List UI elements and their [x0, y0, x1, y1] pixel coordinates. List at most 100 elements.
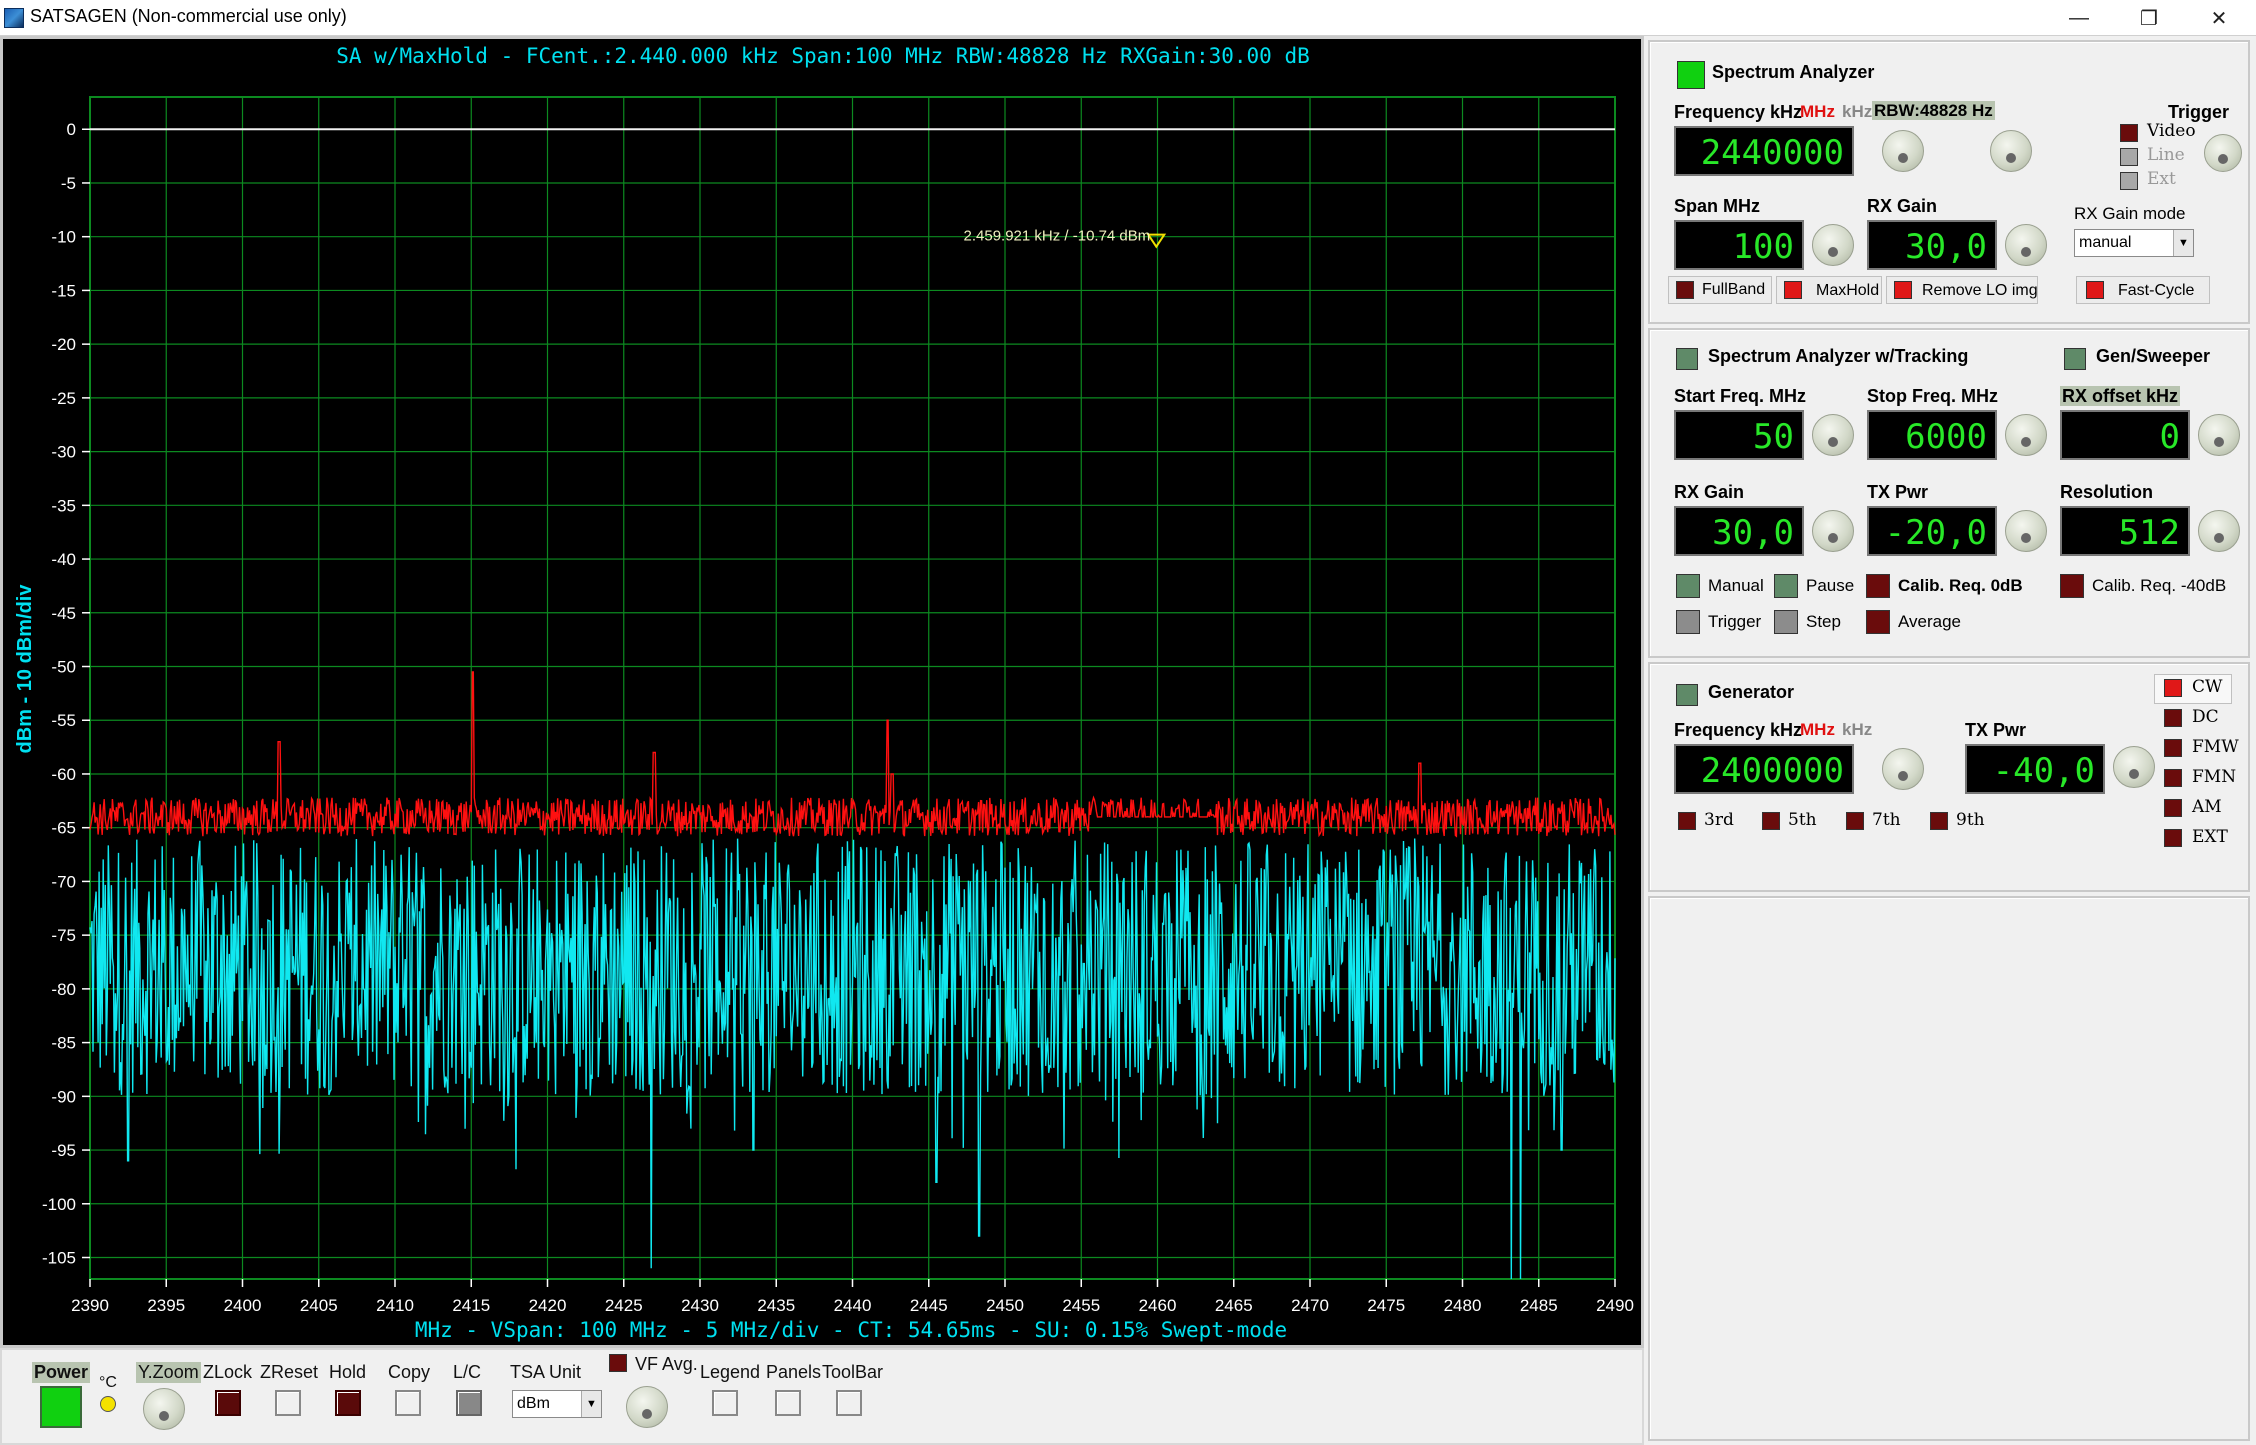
power-button[interactable] — [40, 1386, 82, 1428]
x-tick-label: 2465 — [1215, 1296, 1253, 1315]
hold-button[interactable] — [335, 1390, 361, 1416]
sa-khz-unit[interactable]: kHz — [1842, 102, 1872, 122]
app-icon — [4, 8, 24, 28]
sa-mhz-unit[interactable]: MHz — [1800, 102, 1835, 122]
generator-group: Generator Frequency kHz MHz kHz TX Pwr 2… — [1648, 662, 2250, 892]
manual-led[interactable] — [1676, 574, 1700, 598]
pause-led[interactable] — [1774, 574, 1798, 598]
sa-frequency-knob[interactable] — [1882, 130, 1924, 172]
vf-avg-led[interactable] — [609, 1354, 627, 1372]
gen-sweeper-led[interactable] — [2064, 348, 2086, 370]
calib40-led[interactable] — [2060, 574, 2084, 598]
mode-cw-led — [2164, 679, 2182, 697]
sa-rxgain-knob[interactable] — [2005, 224, 2047, 266]
sa-rxgain-display[interactable]: 30,0 — [1867, 220, 1997, 270]
plot-grid — [82, 96, 1616, 1287]
stop-freq-display[interactable]: 6000 — [1867, 410, 1997, 460]
gen-sweeper-title: Gen/Sweeper — [2096, 346, 2211, 366]
harmonic-5th-led[interactable] — [1762, 812, 1780, 830]
zlock-button[interactable] — [215, 1390, 241, 1416]
rxgain-mode-select[interactable]: manual ▼ — [2074, 229, 2194, 257]
trigger-video-label: Video — [2147, 121, 2196, 141]
average-label: Average — [1898, 612, 1962, 631]
panels-button[interactable] — [775, 1390, 801, 1416]
minimize-button[interactable]: — — [2044, 0, 2114, 36]
tracking-analyzer-led[interactable] — [1676, 348, 1698, 370]
gen-txpwr-knob[interactable] — [2113, 746, 2155, 788]
gen-frequency-knob[interactable] — [1882, 748, 1924, 790]
harmonic-3rd-label: 3rd — [1704, 810, 1734, 830]
trigger-ext-led[interactable] — [2120, 172, 2138, 190]
resolution-display[interactable]: 512 — [2060, 506, 2190, 556]
harmonic-3rd-led[interactable] — [1678, 812, 1696, 830]
mode-am-label: AM — [2192, 797, 2222, 817]
span-knob[interactable] — [1812, 224, 1854, 266]
zlock-label: ZLock — [203, 1362, 253, 1382]
lc-button[interactable] — [456, 1390, 482, 1416]
y-tick-label: -75 — [51, 926, 76, 945]
copy-button[interactable] — [395, 1390, 421, 1416]
tsa-unit-select[interactable]: dBm ▼ — [512, 1390, 602, 1418]
step-led[interactable] — [1774, 610, 1798, 634]
start-freq-label: Start Freq. MHz — [1674, 386, 1807, 406]
start-freq-display[interactable]: 50 — [1674, 410, 1804, 460]
trigger-knob[interactable] — [2204, 134, 2242, 172]
sa-frequency-display[interactable]: 2440000 — [1674, 126, 1854, 176]
resolution-knob[interactable] — [2198, 510, 2240, 552]
zreset-button[interactable] — [275, 1390, 301, 1416]
mode-dc-label: DC — [2192, 707, 2219, 727]
yzoom-knob[interactable] — [143, 1388, 185, 1430]
y-tick-label: -100 — [42, 1195, 76, 1214]
rbw-label[interactable]: RBW:48828 Hz — [1872, 101, 1995, 121]
mode-fmw-led[interactable] — [2164, 739, 2182, 757]
harmonic-7th-led[interactable] — [1846, 812, 1864, 830]
empty-panel-area — [1648, 896, 2250, 1441]
trigger-label: Trigger — [2168, 102, 2230, 122]
mode-ext-led[interactable] — [2164, 829, 2182, 847]
sat-txpwr-label: TX Pwr — [1867, 482, 1929, 502]
mode-dc-led[interactable] — [2164, 709, 2182, 727]
spectrum-plot[interactable]: SA w/MaxHold - FCent.:2.440.000 kHz Span… — [3, 39, 1641, 1345]
sat-trigger-led[interactable] — [1676, 610, 1700, 634]
y-tick-label: -90 — [51, 1087, 76, 1106]
marker-label: 2.459.921 kHz / -10.74 dBm — [964, 228, 1151, 245]
x-tick-label: 2415 — [452, 1296, 490, 1315]
mode-fmw-label: FMW — [2192, 737, 2239, 757]
trigger-line-led[interactable] — [2120, 148, 2138, 166]
gen-frequency-display[interactable]: 2400000 — [1674, 744, 1854, 794]
spectrum-analyzer-led[interactable] — [1677, 61, 1705, 89]
sat-txpwr-knob[interactable] — [2005, 510, 2047, 552]
rx-offset-display[interactable]: 0 — [2060, 410, 2190, 460]
close-button[interactable]: ✕ — [2184, 0, 2254, 36]
gen-khz-unit[interactable]: kHz — [1842, 720, 1872, 740]
sat-txpwr-display[interactable]: -20,0 — [1867, 506, 1997, 556]
gen-txpwr-display[interactable]: -40,0 — [1965, 744, 2105, 794]
mode-am-led[interactable] — [2164, 799, 2182, 817]
mode-fmn-led[interactable] — [2164, 769, 2182, 787]
y-tick-label: 0 — [67, 120, 76, 139]
plot-footer: MHz - VSpan: 100 MHz - 5 MHz/div - CT: 5… — [415, 1318, 1287, 1342]
trigger-video-led[interactable] — [2120, 124, 2138, 142]
vf-avg-knob[interactable] — [626, 1386, 668, 1428]
spectrum-plot-panel[interactable]: SA w/MaxHold - FCent.:2.440.000 kHz Span… — [0, 36, 1644, 1348]
harmonic-7th-label: 7th — [1872, 810, 1901, 830]
sat-rxgain-display[interactable]: 30,0 — [1674, 506, 1804, 556]
x-tick-label: 2440 — [834, 1296, 872, 1315]
rx-offset-text: RX offset kHz — [2060, 386, 2181, 406]
span-display[interactable]: 100 — [1674, 220, 1804, 270]
sa-rxgain-label: RX Gain — [1867, 196, 1938, 216]
calib0-led[interactable] — [1866, 574, 1890, 598]
restore-button[interactable]: ❐ — [2114, 0, 2184, 36]
gen-mhz-unit[interactable]: MHz — [1800, 720, 1835, 740]
toolbar-button[interactable] — [836, 1390, 862, 1416]
x-tick-label: 2445 — [910, 1296, 948, 1315]
generator-led[interactable] — [1676, 684, 1698, 706]
stop-freq-knob[interactable] — [2005, 414, 2047, 456]
rbw-knob[interactable] — [1990, 130, 2032, 172]
start-freq-knob[interactable] — [1812, 414, 1854, 456]
rx-offset-knob[interactable] — [2198, 414, 2240, 456]
average-led[interactable] — [1866, 610, 1890, 634]
sat-rxgain-knob[interactable] — [1812, 510, 1854, 552]
harmonic-9th-led[interactable] — [1930, 812, 1948, 830]
legend-button[interactable] — [712, 1390, 738, 1416]
